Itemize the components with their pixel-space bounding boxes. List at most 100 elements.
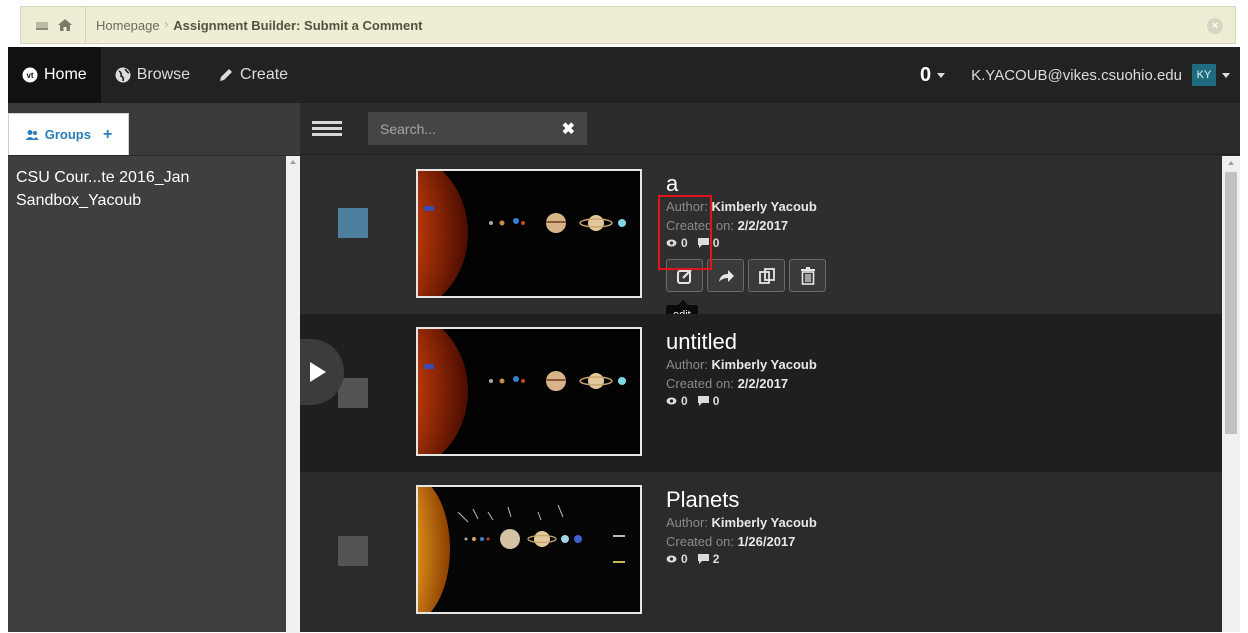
avatar[interactable]: KY [1192, 64, 1216, 86]
comment-count: 0 [712, 394, 720, 408]
item-checkbox[interactable] [338, 378, 368, 408]
item-stats: 0 2 [666, 552, 817, 566]
nav-create[interactable]: Create [204, 47, 302, 103]
author-name: Kimberly Yacoub [711, 199, 817, 214]
author-name: Kimberly Yacoub [711, 515, 817, 530]
item-stats: 0 0 [666, 394, 817, 408]
breadcrumb: Homepage › Assignment Builder: Submit a … [86, 18, 422, 33]
add-group-button[interactable]: + [103, 126, 112, 144]
item-created: Created on: 1/26/2017 [666, 532, 817, 551]
comment-icon [697, 554, 709, 564]
top-nav: vt Home Browse Create 0 K.YACOUB@vikes.c… [8, 47, 1240, 103]
sidebar-tabs: Groups + [8, 103, 300, 155]
created-date: 1/26/2017 [737, 534, 796, 549]
toolbar: ✖ [300, 103, 1240, 155]
app-frame: Homepage › Assignment Builder: Submit a … [8, 0, 1240, 633]
item-created: Created on: 2/2/2017 [666, 374, 817, 393]
users-icon [25, 129, 39, 140]
tab-groups[interactable]: Groups + [8, 113, 129, 155]
nav-create-label: Create [240, 66, 289, 83]
vt-logo-icon: vt [22, 67, 38, 83]
sidebar: Groups + CSU Cour...te 2016_Jan Sandbox_… [8, 103, 300, 633]
delete-button[interactable] [789, 259, 826, 292]
group-list-panel: CSU Cour...te 2016_Jan Sandbox_Yacoub [8, 155, 300, 633]
search-input[interactable] [380, 120, 540, 137]
home-icon[interactable] [57, 18, 73, 32]
item-title[interactable]: untitled [666, 329, 817, 355]
pencil-icon [220, 69, 233, 81]
nav-browse[interactable]: Browse [101, 47, 204, 103]
highlight-box [658, 195, 712, 270]
nav-right: 0 K.YACOUB@vikes.csuohio.edu KY [920, 47, 1240, 103]
created-date: 2/2/2017 [737, 376, 789, 391]
group-list: CSU Cour...te 2016_Jan Sandbox_Yacoub [8, 156, 300, 212]
nav-home[interactable]: vt Home [8, 47, 101, 103]
main-scrollbar[interactable] [1222, 156, 1240, 632]
trash-icon [800, 266, 815, 285]
scroll-up-icon[interactable] [290, 160, 296, 164]
eye-icon [666, 555, 677, 563]
item-info: untitled Author: Kimberly Yacoub Created… [666, 329, 817, 408]
planets-image [418, 487, 640, 612]
breadcrumb-current: Assignment Builder: Submit a Comment [173, 17, 423, 33]
breadcrumb-home-link[interactable]: Homepage [96, 18, 160, 33]
item-thumbnail[interactable] [416, 327, 642, 456]
search-box: ✖ [368, 112, 587, 145]
view-count: 0 [681, 552, 688, 566]
scroll-up-icon[interactable] [1228, 161, 1234, 165]
sidebar-scrollbar[interactable] [286, 156, 300, 633]
item-list: a Author: Kimberly Yacoub Created on: 2/… [300, 156, 1222, 632]
item-thumbnail[interactable] [416, 485, 642, 614]
chevron-down-icon[interactable] [1222, 72, 1230, 78]
list-item[interactable]: Planets Author: Kimberly Yacoub Created … [300, 472, 1222, 630]
comment-icon [697, 396, 709, 406]
created-date: 2/2/2017 [737, 218, 789, 233]
item-checkbox[interactable] [338, 208, 368, 238]
close-icon[interactable]: × [1207, 18, 1223, 34]
author-label: Author: [666, 357, 708, 372]
breadcrumb-bar: Homepage › Assignment Builder: Submit a … [20, 6, 1236, 44]
solar-system-image [418, 171, 640, 296]
eye-icon [666, 397, 677, 405]
breadcrumb-separator: › [164, 19, 169, 31]
notifications-dropdown[interactable]: 0 [920, 63, 946, 87]
list-item[interactable]: a Author: Kimberly Yacoub Created on: 2/… [300, 156, 1222, 325]
globe-icon [115, 67, 131, 83]
user-email[interactable]: K.YACOUB@vikes.csuohio.edu [971, 67, 1182, 84]
share-button[interactable] [707, 259, 744, 292]
copy-icon [758, 267, 775, 284]
item-title[interactable]: Planets [666, 487, 817, 513]
window-icon[interactable] [35, 19, 49, 31]
item-title[interactable]: a [666, 171, 826, 197]
breadcrumb-icons [21, 7, 86, 43]
item-author: Author: Kimberly Yacoub [666, 513, 817, 532]
comment-count: 2 [712, 552, 720, 566]
item-thumbnail[interactable] [416, 169, 642, 298]
item-author: Author: Kimberly Yacoub [666, 355, 817, 374]
created-label: Created on: [666, 534, 734, 549]
svg-text:vt: vt [26, 71, 33, 80]
comment-count: 0 [712, 236, 720, 250]
menu-icon[interactable] [312, 121, 342, 136]
chevron-down-icon [937, 72, 946, 78]
notifications-count: 0 [920, 63, 932, 86]
created-label: Created on: [666, 376, 734, 391]
nav-home-label: Home [44, 66, 87, 83]
play-icon [310, 362, 326, 382]
item-checkbox[interactable] [338, 536, 368, 566]
main-content: ✖ [300, 103, 1240, 632]
group-item[interactable]: Sandbox_Yacoub [8, 189, 300, 212]
author-label: Author: [666, 515, 708, 530]
clear-search-icon[interactable]: ✖ [562, 119, 575, 139]
share-icon [718, 269, 734, 282]
copy-button[interactable] [748, 259, 785, 292]
solar-system-image [418, 329, 640, 454]
group-item[interactable]: CSU Cour...te 2016_Jan [8, 166, 300, 189]
list-item[interactable]: untitled Author: Kimberly Yacoub Created… [300, 314, 1222, 472]
scrollbar-thumb[interactable] [1225, 172, 1237, 434]
item-info: Planets Author: Kimberly Yacoub Created … [666, 487, 817, 566]
nav-browse-label: Browse [136, 66, 191, 83]
author-name: Kimberly Yacoub [711, 357, 817, 372]
tab-groups-label: Groups [44, 127, 91, 142]
view-count: 0 [681, 394, 688, 408]
